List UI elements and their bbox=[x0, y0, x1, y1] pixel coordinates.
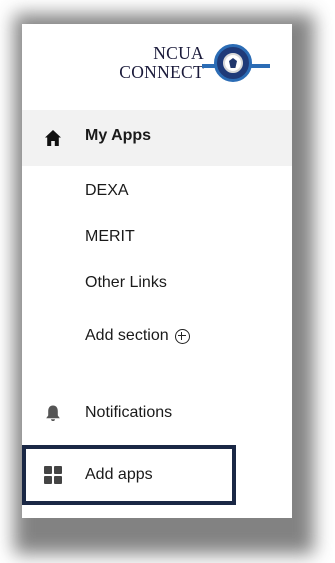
sidebar-item-dexa[interactable]: DEXA bbox=[85, 182, 129, 200]
sidebar-panel: NCUA CONNECT My Apps DEXA MERIT Other Li… bbox=[22, 24, 292, 518]
grid-icon bbox=[44, 466, 62, 484]
logo-line-1: NCUA bbox=[153, 43, 204, 63]
sidebar-item-other-links[interactable]: Other Links bbox=[85, 274, 167, 292]
add-section-label: Add section bbox=[85, 327, 169, 344]
logo-text: NCUA CONNECT bbox=[119, 44, 204, 82]
logo-line-2: CONNECT bbox=[119, 62, 204, 82]
home-icon bbox=[45, 130, 61, 146]
my-apps-label: My Apps bbox=[85, 127, 152, 144]
add-section-button[interactable]: Add section bbox=[85, 327, 190, 345]
sidebar-item-add-apps[interactable]: Add apps bbox=[22, 445, 236, 505]
sidebar-item-notifications[interactable]: Notifications bbox=[85, 404, 172, 422]
sidebar-item-merit[interactable]: MERIT bbox=[85, 228, 135, 246]
ncua-connect-logo[interactable]: NCUA CONNECT bbox=[22, 24, 292, 110]
bell-icon bbox=[46, 405, 60, 421]
add-apps-label: Add apps bbox=[85, 466, 153, 483]
plus-circle-icon bbox=[174, 328, 190, 344]
sidebar-item-my-apps[interactable]: My Apps bbox=[22, 110, 292, 166]
ncua-seal-icon bbox=[214, 44, 252, 82]
